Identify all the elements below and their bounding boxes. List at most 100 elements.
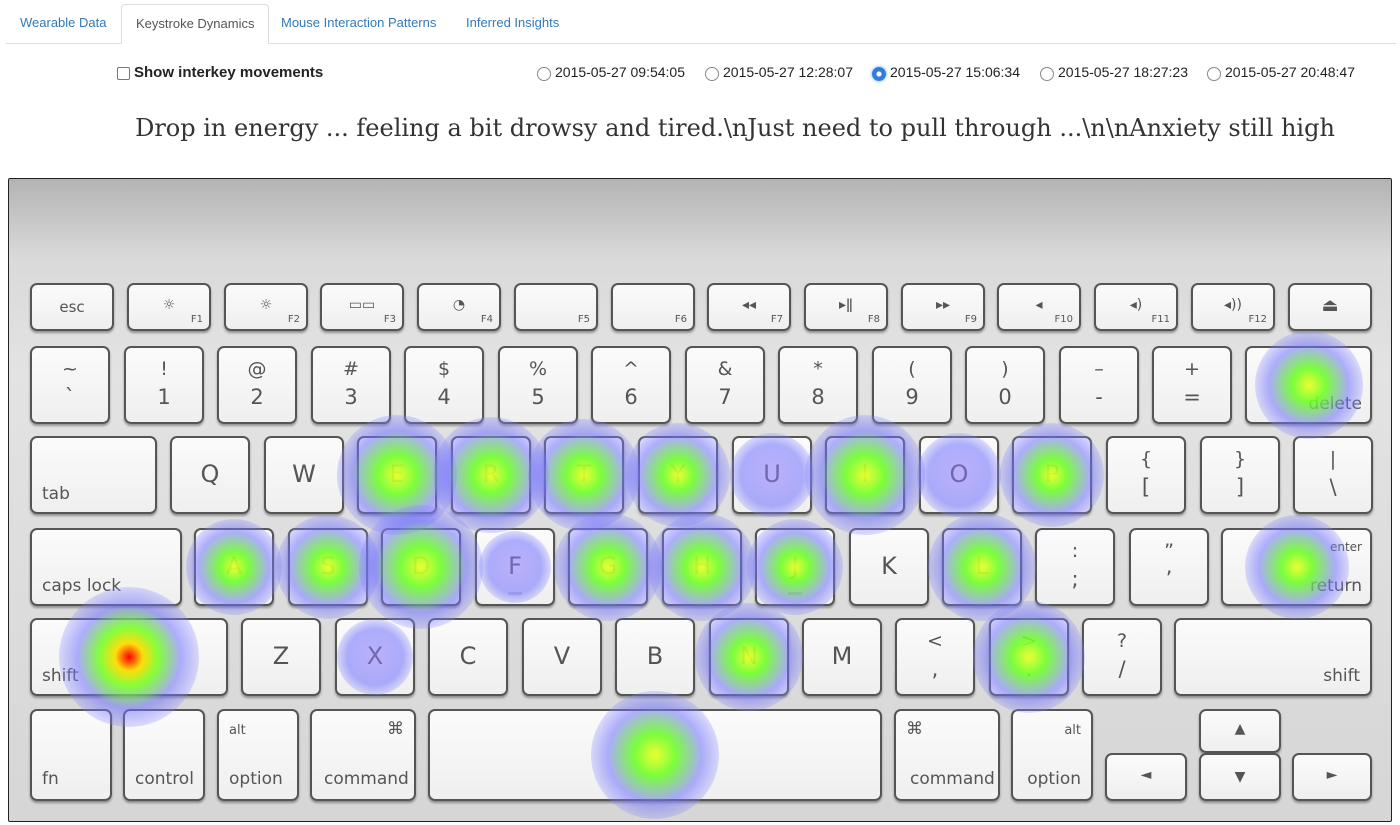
- key-s[interactable]: S: [288, 528, 368, 606]
- radio-button[interactable]: [1207, 67, 1221, 81]
- key-7[interactable]: & 7: [685, 346, 765, 424]
- command-label: command: [324, 769, 409, 789]
- key-0[interactable]: ) 0: [965, 346, 1045, 424]
- function-key-f5[interactable]: F5: [514, 283, 598, 331]
- tab-wearable-data[interactable]: Wearable Data: [6, 4, 120, 42]
- session-radio[interactable]: 2015-05-27 09:54:05: [537, 63, 685, 81]
- space-bar[interactable]: [428, 709, 882, 801]
- key-z[interactable]: Z: [241, 618, 321, 696]
- key-w[interactable]: W: [264, 436, 344, 514]
- key-u[interactable]: U: [732, 436, 812, 514]
- key-q[interactable]: Q: [170, 436, 250, 514]
- key-shift-label: >: [1021, 630, 1037, 652]
- function-key-f11[interactable]: ◂) F11: [1094, 283, 1178, 331]
- left-option-key[interactable]: alt option: [217, 709, 299, 801]
- function-key-f8[interactable]: ▸ǁ F8: [804, 283, 888, 331]
- function-key-f1[interactable]: ☼ F1: [127, 283, 211, 331]
- tab-inferred-insights[interactable]: Inferred Insights: [452, 4, 573, 42]
- key-6[interactable]: ^ 6: [591, 346, 671, 424]
- key-bracket-2[interactable]: | \: [1293, 436, 1373, 514]
- key-h[interactable]: H: [662, 528, 742, 606]
- key-n[interactable]: N: [709, 618, 789, 696]
- key-r[interactable]: R: [451, 436, 531, 514]
- control-key[interactable]: control: [123, 709, 205, 801]
- key-5[interactable]: % 5: [498, 346, 578, 424]
- key-y[interactable]: Y: [638, 436, 718, 514]
- key-m[interactable]: M: [802, 618, 882, 696]
- arrow-down-key[interactable]: ▼: [1199, 753, 1281, 801]
- key--[interactable]: – -: [1059, 346, 1139, 424]
- radio-button[interactable]: [705, 67, 719, 81]
- return-label: return: [1310, 576, 1362, 596]
- key-8[interactable]: * 8: [778, 346, 858, 424]
- function-key-f10[interactable]: ◂ F10: [997, 283, 1081, 331]
- tab-keystroke-dynamics[interactable]: Keystroke Dynamics: [121, 4, 270, 44]
- session-radio[interactable]: 2015-05-27 12:28:07: [705, 63, 853, 81]
- key-c[interactable]: C: [428, 618, 508, 696]
- arrow-up-key[interactable]: ▲: [1199, 709, 1281, 753]
- key-punct-1[interactable]: ”’: [1129, 528, 1209, 606]
- arrow-left-key[interactable]: ◄: [1105, 753, 1187, 801]
- eject-key[interactable]: ⏏: [1288, 283, 1372, 331]
- key-t[interactable]: T: [544, 436, 624, 514]
- key-v[interactable]: V: [522, 618, 602, 696]
- function-key-f3[interactable]: ▭▭ F3: [320, 283, 404, 331]
- key-f[interactable]: F: [475, 528, 555, 606]
- key-i[interactable]: I: [825, 436, 905, 514]
- function-key-f4[interactable]: ◔ F4: [417, 283, 501, 331]
- key-4[interactable]: $4: [404, 346, 484, 424]
- radio-button-selected[interactable]: [872, 67, 886, 81]
- key-j[interactable]: J: [755, 528, 835, 606]
- tab-mouse-interaction-patterns[interactable]: Mouse Interaction Patterns: [267, 4, 450, 42]
- key-punct-0[interactable]: :;: [1035, 528, 1115, 606]
- fn-key[interactable]: fn: [30, 709, 112, 801]
- caps-lock-key[interactable]: caps lock: [30, 528, 182, 606]
- left-command-key[interactable]: ⌘ command: [310, 709, 416, 801]
- radio-button[interactable]: [1040, 67, 1054, 81]
- key-3[interactable]: #3: [311, 346, 391, 424]
- tab-key[interactable]: tab: [30, 436, 157, 514]
- key-l[interactable]: L: [942, 528, 1022, 606]
- radio-button[interactable]: [537, 67, 551, 81]
- key-k[interactable]: K: [849, 528, 929, 606]
- key-`[interactable]: ~ `: [30, 346, 110, 424]
- key-punct-b0[interactable]: <,: [895, 618, 975, 696]
- esc-key[interactable]: esc: [30, 283, 114, 331]
- delete-key[interactable]: delete: [1245, 346, 1372, 424]
- key-g[interactable]: G: [568, 528, 648, 606]
- key-o[interactable]: O: [919, 436, 999, 514]
- arrow-right-key[interactable]: ►: [1292, 753, 1372, 801]
- key-b[interactable]: B: [615, 618, 695, 696]
- session-radio[interactable]: 2015-05-27 20:48:47: [1207, 63, 1355, 81]
- key-punct-b2[interactable]: ? /: [1082, 618, 1162, 696]
- key-e[interactable]: E: [357, 436, 437, 514]
- key-label: ’: [1165, 567, 1173, 591]
- left-shift-key[interactable]: shift: [30, 618, 228, 696]
- right-command-key[interactable]: ⌘ command: [894, 709, 1000, 801]
- key-2[interactable]: @2: [217, 346, 297, 424]
- key-a[interactable]: A: [194, 528, 274, 606]
- key-d[interactable]: D: [381, 528, 461, 606]
- session-radio[interactable]: 2015-05-27 18:27:23: [1040, 63, 1188, 81]
- key-=[interactable]: + =: [1152, 346, 1232, 424]
- key-label: L: [975, 552, 989, 580]
- function-key-f6[interactable]: F6: [611, 283, 695, 331]
- right-shift-key[interactable]: shift: [1174, 618, 1372, 696]
- function-key-f9[interactable]: ▸▸ F9: [901, 283, 985, 331]
- key-bracket-1[interactable]: }]: [1200, 436, 1280, 514]
- key-label: E: [389, 460, 405, 488]
- key-bracket-0[interactable]: {[: [1106, 436, 1186, 514]
- function-key-f2[interactable]: ☼ F2: [224, 283, 308, 331]
- interkey-checkbox[interactable]: [117, 67, 130, 80]
- right-option-key[interactable]: alt option: [1011, 709, 1093, 801]
- key-9[interactable]: (9: [872, 346, 952, 424]
- session-radio[interactable]: 2015-05-27 15:06:34: [872, 63, 1020, 81]
- key-punct-b1[interactable]: >.: [989, 618, 1069, 696]
- return-key[interactable]: enter return: [1221, 528, 1372, 606]
- key-1[interactable]: ! 1: [124, 346, 204, 424]
- interkey-toggle[interactable]: Show interkey movements: [117, 64, 323, 81]
- function-key-f7[interactable]: ◂◂ F7: [707, 283, 791, 331]
- key-p[interactable]: P: [1012, 436, 1092, 514]
- key-x[interactable]: X: [335, 618, 415, 696]
- function-key-f12[interactable]: ◂)) F12: [1191, 283, 1275, 331]
